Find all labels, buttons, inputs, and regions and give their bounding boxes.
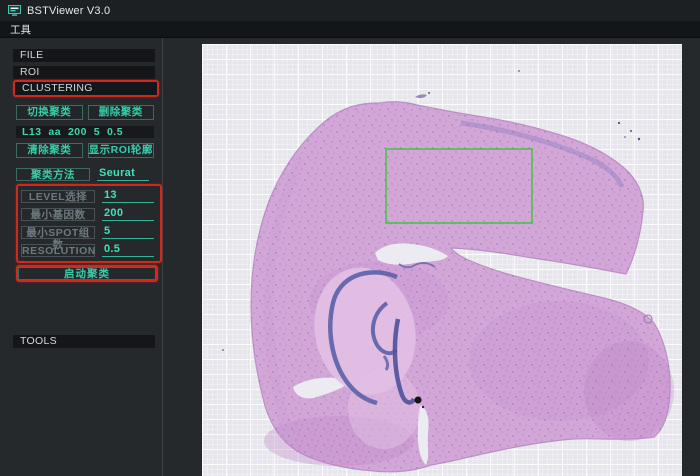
sidebar-section-clustering[interactable]: CLUSTERING [15, 82, 157, 95]
brain-tissue [222, 70, 674, 472]
app-window: BSTViewer V3.0 工具 FILE ROI CLUSTERING 切换… [0, 0, 700, 476]
annotation-highlight-clustering: CLUSTERING [13, 80, 159, 97]
cluster-list-item[interactable]: L13 aa 200 5 0.5 [16, 126, 154, 138]
show-roi-outline-button[interactable]: 显示ROI轮廓 [88, 143, 155, 158]
clustering-panel: 切换聚类 删除聚类 L13 aa 200 5 0.5 清除聚类 显示ROI轮廓 … [16, 105, 154, 282]
sidebar-section-roi[interactable]: ROI [13, 66, 155, 79]
annotation-highlight-params: LEVEL选择 13 最小基因数 200 最小SPOT组数 5 RESOLUTI… [16, 184, 162, 263]
cluster-method-label: 聚类方法 [16, 168, 90, 181]
delete-cluster-button[interactable]: 删除聚类 [88, 105, 155, 120]
switch-cluster-button[interactable]: 切换聚类 [16, 105, 83, 120]
min-genes-label: 最小基因数 [21, 208, 95, 221]
viewer-area [163, 38, 700, 476]
app-logo-icon [8, 5, 21, 16]
sidebar-section-file[interactable]: FILE [13, 49, 155, 62]
start-clustering-button[interactable]: 启动聚类 [18, 267, 156, 280]
sidebar: FILE ROI CLUSTERING 切换聚类 删除聚类 L13 aa 200… [0, 38, 163, 476]
min-spot-count-label: 最小SPOT组数 [21, 226, 95, 239]
menu-bar: 工具 [0, 21, 700, 38]
menu-item-tools[interactable]: 工具 [8, 22, 33, 37]
tissue-section-image [202, 44, 682, 476]
level-select-label: LEVEL选择 [21, 190, 95, 203]
clear-cluster-button[interactable]: 清除聚类 [16, 143, 83, 158]
resolution-label: RESOLUTION [21, 244, 95, 257]
cluster-method-value[interactable]: Seurat [97, 167, 149, 181]
min-genes-input[interactable]: 200 [102, 207, 154, 221]
level-select-input[interactable]: 13 [102, 189, 154, 203]
min-spot-count-input[interactable]: 5 [102, 225, 154, 239]
slide-viewport[interactable] [202, 44, 682, 476]
title-bar: BSTViewer V3.0 [0, 0, 700, 21]
annotation-highlight-start: 启动聚类 [16, 265, 158, 282]
sidebar-section-tools[interactable]: TOOLS [13, 335, 155, 348]
window-title: BSTViewer V3.0 [27, 5, 110, 17]
resolution-input[interactable]: 0.5 [102, 243, 154, 257]
tissue-dark-spot [415, 397, 422, 404]
